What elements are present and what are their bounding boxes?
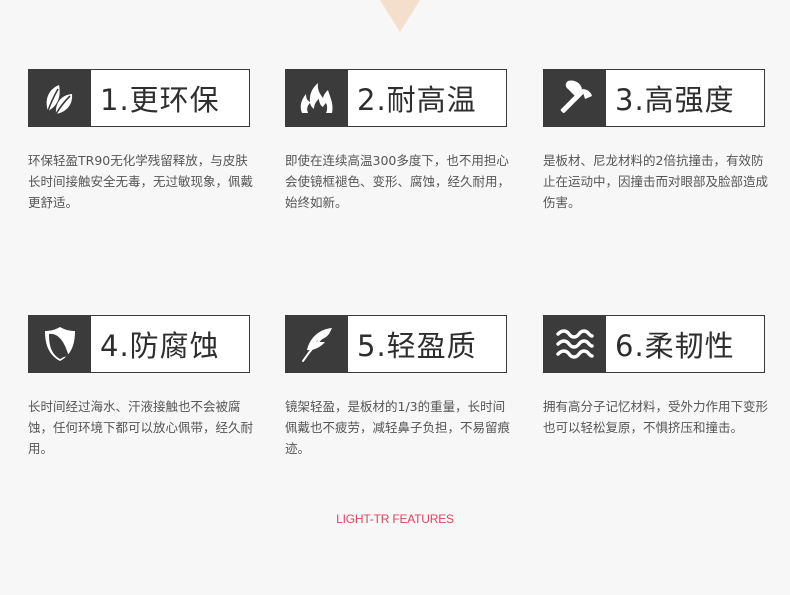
feature-title-box: 3.高强度 (543, 69, 765, 127)
feature-description: 镜架轻盈，是板材的1/3的重量，长时间佩戴也不疲劳，减轻鼻子负担，不易留痕迹。 (285, 399, 511, 456)
feature-description: 环保轻盈TR90无化学残留释放，与皮肤长时间接触安全无毒，无过敏现象，佩戴更舒适… (28, 153, 254, 210)
feature-title-box: 4.防腐蚀 (28, 315, 250, 373)
feature-title: 6.柔韧性 (615, 329, 735, 363)
top-arrow-decoration (380, 0, 420, 32)
feature-description: 拥有高分子记忆材料，受外力作用下变形也可以轻松复原，不惧挤压和撞击。 (543, 399, 769, 435)
feature-title-box: 5.轻盈质 (285, 315, 507, 373)
feature-title-box: 2.耐高温 (285, 69, 507, 127)
feature-title: 3.高强度 (615, 83, 735, 117)
axe-icon (544, 70, 606, 126)
feature-title: 4.防腐蚀 (100, 329, 220, 363)
feature-title: 5.轻盈质 (357, 329, 477, 363)
feature-card-strength: 3.高强度 是板材、尼龙材料的2倍抗撞击，有效防止在运动中，因撞击而对眼部及脸部… (543, 69, 768, 213)
feature-card-heat: 2.耐高温 即使在连续高温300多度下，也不用担心会使镜框褪色、变形、腐蚀，经久… (285, 69, 510, 213)
feature-description: 长时间经过海水、汗液接触也不会被腐蚀，任何环境下都可以放心佩带，经久耐用。 (28, 399, 254, 456)
feature-title: 1.更环保 (100, 83, 220, 117)
footer-caption: LIGHT-TR FEATURES (336, 512, 454, 526)
waves-icon (544, 316, 606, 372)
flame-icon (286, 70, 348, 126)
feature-title: 2.耐高温 (357, 83, 477, 117)
feature-card-light: 5.轻盈质 镜架轻盈，是板材的1/3的重量，长时间佩戴也不疲劳，减轻鼻子负担，不… (285, 315, 510, 459)
feature-description: 即使在连续高温300多度下，也不用担心会使镜框褪色、变形、腐蚀，经久耐用，始终如… (285, 153, 511, 210)
feature-description: 是板材、尼龙材料的2倍抗撞击，有效防止在运动中，因撞击而对眼部及脸部造成伤害。 (543, 153, 769, 210)
shield-icon (29, 316, 91, 372)
feature-card-eco: 1.更环保 环保轻盈TR90无化学残留释放，与皮肤长时间接触安全无毒，无过敏现象… (28, 69, 253, 213)
feature-title-box: 6.柔韧性 (543, 315, 765, 373)
feather-icon (286, 316, 348, 372)
feature-card-flexible: 6.柔韧性 拥有高分子记忆材料，受外力作用下变形也可以轻松复原，不惧挤压和撞击。 (543, 315, 768, 438)
leaf-icon (29, 70, 91, 126)
feature-title-box: 1.更环保 (28, 69, 250, 127)
feature-card-corrosion: 4.防腐蚀 长时间经过海水、汗液接触也不会被腐蚀，任何环境下都可以放心佩带，经久… (28, 315, 253, 459)
